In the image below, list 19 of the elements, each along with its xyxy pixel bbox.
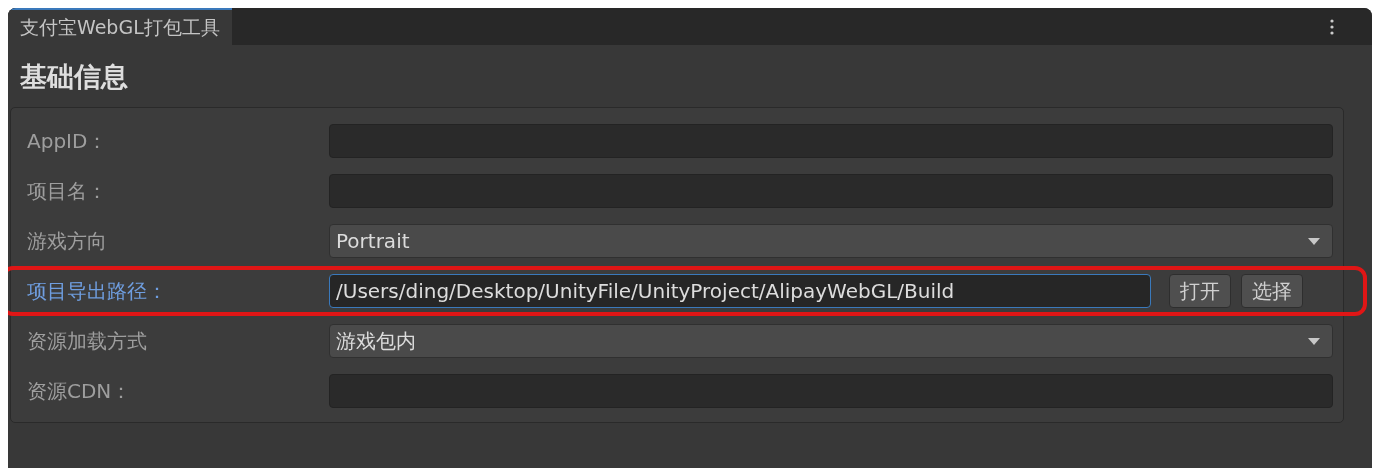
section-title: 基础信息 [19,60,129,94]
field-label: 游戏方向 [27,227,108,255]
field-label: 项目名： [27,177,108,205]
text-field[interactable] [329,124,1333,158]
dropdown[interactable]: 游戏包内 [329,324,1333,358]
field-label: AppID： [27,127,109,155]
window-tab[interactable]: 支付宝WebGL打包工具 [8,8,232,45]
field-label: 项目导出路径： [27,277,168,305]
field-label: 资源加载方式 [27,327,148,355]
text-field[interactable] [329,374,1333,408]
field-label: 资源CDN： [27,377,133,405]
more-options-icon[interactable] [1330,18,1334,35]
dropdown[interactable]: Portrait [329,224,1333,258]
text-field[interactable] [329,174,1333,208]
caret-icon [1308,237,1320,245]
caret-icon [1308,337,1320,345]
action-button[interactable]: 选择 [1241,274,1303,308]
action-button[interactable]: 打开 [1169,274,1231,308]
path-field[interactable]: /Users/ding/Desktop/UnityFile/UnityProject/AlipayWebGL/Build [329,274,1151,308]
